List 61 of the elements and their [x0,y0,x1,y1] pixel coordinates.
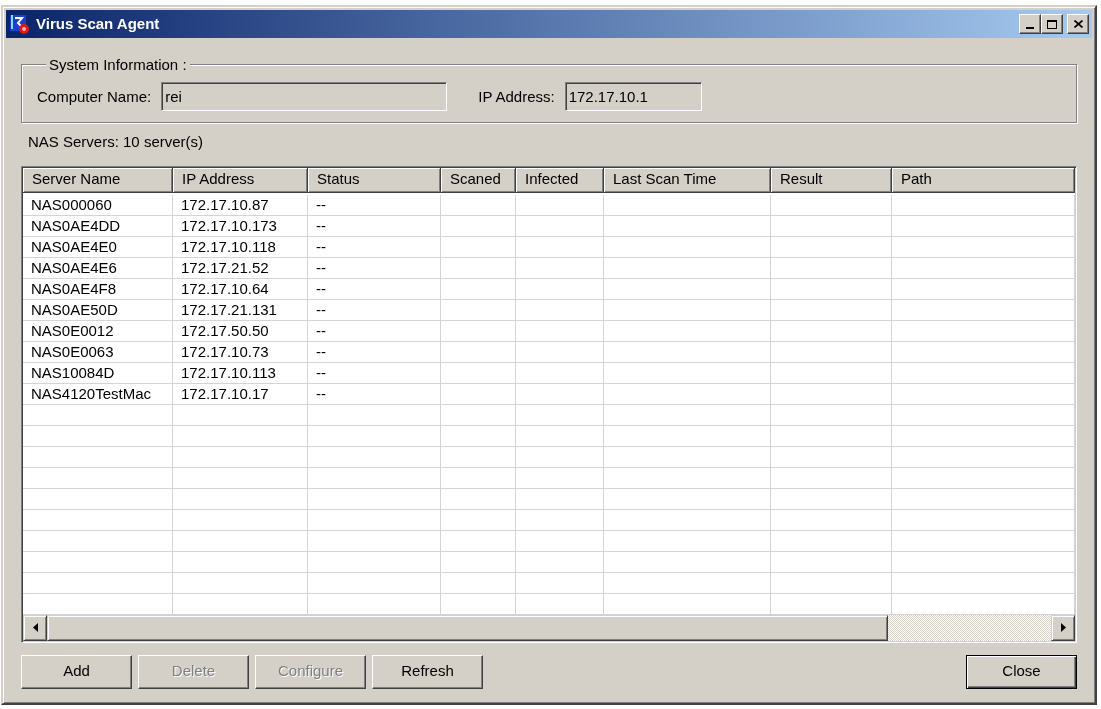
maximize-icon [1047,19,1057,29]
left-arrow-icon [32,623,38,632]
table-cell: 172.17.10.17 [173,383,308,405]
close-button[interactable]: Close [966,654,1077,689]
action-button[interactable]: Add [21,654,132,689]
app-icon [10,14,30,34]
table-cell: NAS0AE4F8 [23,278,173,300]
text-field[interactable]: 172.17.10.1 [564,82,702,111]
table-cell: -- [308,320,441,342]
table-cell: NAS0AE4DD [23,215,173,237]
table-cell: -- [308,236,441,258]
right-arrow-icon [1060,623,1066,632]
text-field[interactable]: rei [161,82,448,111]
column-header[interactable]: Status [308,167,441,193]
column-header[interactable]: IP Address [173,167,308,193]
table-cell: NAS4120TestMac [23,383,173,405]
table-cell: 172.17.10.73 [173,341,308,363]
column-header[interactable]: Last Scan Time [604,167,771,193]
column-header[interactable]: Result [771,167,892,193]
minimize-icon [1026,27,1034,29]
server-count-label: NAS Servers: 10 server(s) [28,133,204,150]
column-header[interactable]: Scaned [441,167,516,193]
maximize-button[interactable] [1041,14,1063,34]
close-window-button[interactable] [1067,14,1089,34]
column-header[interactable]: Path [892,167,1075,193]
scrollbar-thumb[interactable] [47,614,888,641]
table-cell: 172.17.21.52 [173,257,308,279]
table-cell: -- [308,194,441,216]
window-title: Virus Scan Agent [36,15,160,33]
field-label: Computer Name: [37,88,152,105]
table-cell: NAS0AE50D [23,299,173,321]
table-cell: -- [308,383,441,405]
table-cell: -- [308,257,441,279]
column-header[interactable]: Server Name [23,167,173,193]
table-cell: NAS000060 [23,194,173,216]
table-cell: -- [308,299,441,321]
table-cell: NAS0AE4E6 [23,257,173,279]
table-cell: NAS10084D [23,362,173,384]
table-cell: 172.17.10.87 [173,194,308,216]
table-cell: 172.17.10.113 [173,362,308,384]
scroll-left-button[interactable] [23,614,47,641]
close-icon [1073,20,1083,28]
table-cell: 172.17.10.173 [173,215,308,237]
minimize-button[interactable] [1019,14,1041,34]
table-cell: -- [308,362,441,384]
table-cell: 172.17.10.64 [173,278,308,300]
table-cell: NAS0E0063 [23,341,173,363]
table-cell: 172.17.50.50 [173,320,308,342]
column-header[interactable]: Infected [516,167,604,193]
table-cell: -- [308,341,441,363]
table-cell: -- [308,278,441,300]
table-cell: NAS0AE4E0 [23,236,173,258]
table-cell: 172.17.21.131 [173,299,308,321]
table-cell: -- [308,215,441,237]
field-label: IP Address: [478,88,555,105]
table-cell: NAS0E0012 [23,320,173,342]
scroll-right-button[interactable] [1051,614,1075,641]
horizontal-scrollbar[interactable] [23,614,1075,641]
group-title: System Information : [46,56,190,73]
action-button[interactable]: Refresh [372,654,483,689]
table-cell: 172.17.10.118 [173,236,308,258]
